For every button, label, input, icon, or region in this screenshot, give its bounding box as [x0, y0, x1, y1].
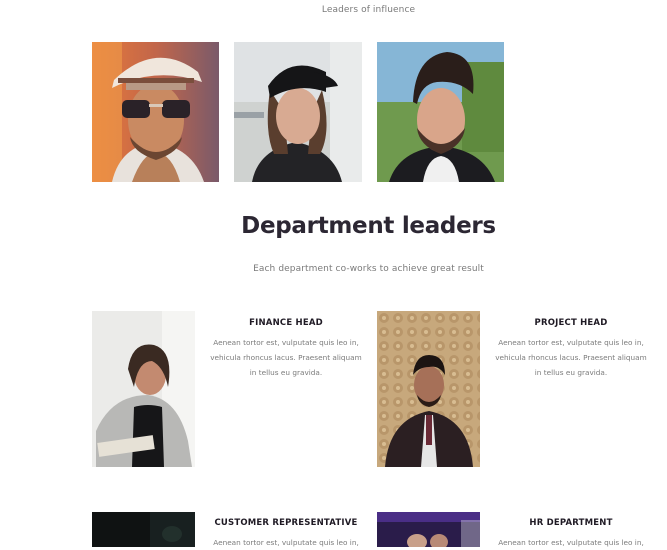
hr-department-photo	[377, 512, 480, 547]
hr-department-title: HR DEPARTMENT	[529, 518, 613, 528]
finance-head-photo	[92, 311, 195, 467]
customer-representative-photo	[92, 512, 195, 547]
hr-department-text: Aenean tortor est, vulputate quis leo in…	[498, 538, 644, 547]
department-subtitle: Each department co-works to achieve grea…	[253, 264, 484, 274]
project-head-text: Aenean tortor est, vulputate quis leo in…	[495, 338, 647, 377]
influence-photo-3	[377, 42, 504, 182]
department-title: Department leaders	[241, 213, 496, 239]
customer-representative-text: Aenean tortor est, vulputate quis leo in…	[213, 538, 359, 547]
finance-head-text: Aenean tortor est, vulputate quis leo in…	[210, 338, 362, 377]
influence-subtitle: Leaders of influence	[321, 5, 416, 15]
finance-head-title: FINANCE HEAD	[249, 318, 323, 328]
customer-representative-title: CUSTOMER REPRESENTATIVE	[214, 518, 358, 528]
influence-photo-2	[234, 42, 362, 182]
influence-photo-1	[92, 42, 219, 182]
project-head-title: PROJECT HEAD	[534, 318, 608, 328]
project-head-photo	[377, 311, 480, 467]
